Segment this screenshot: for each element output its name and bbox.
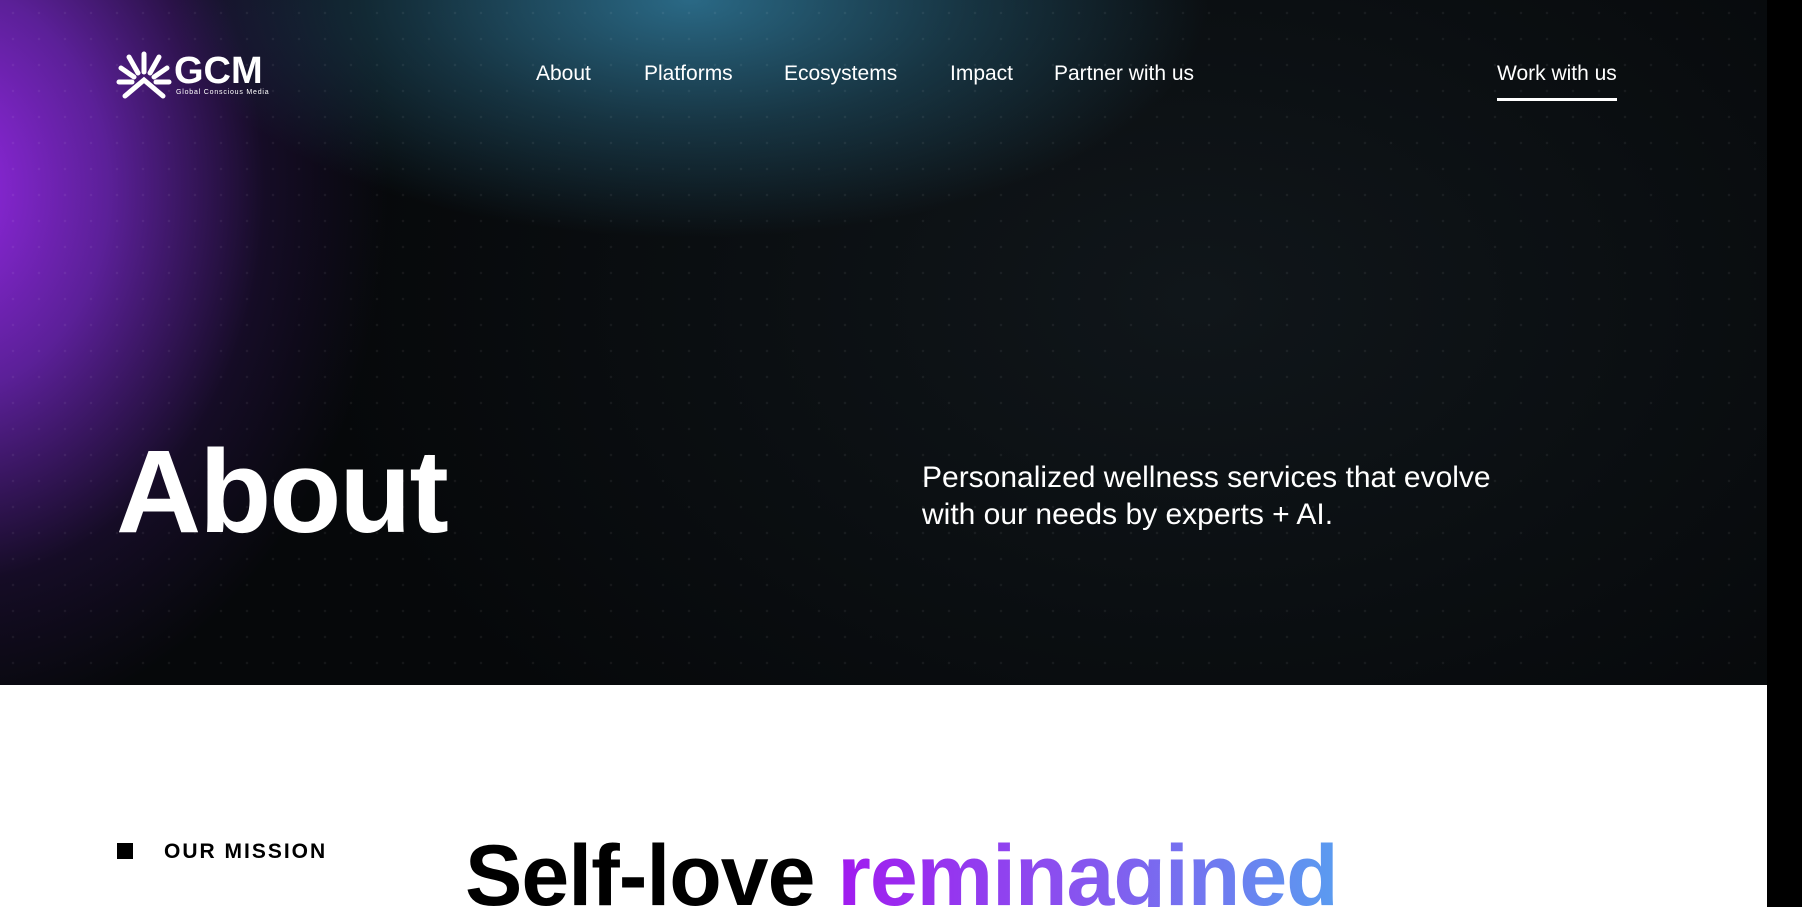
- work-with-us-button[interactable]: Work with us: [1497, 62, 1617, 101]
- nav-item-ecosystems[interactable]: Ecosystems: [784, 62, 897, 86]
- nav-item-about[interactable]: About: [536, 62, 591, 86]
- hero-subtitle: Personalized wellness services that evol…: [922, 461, 1491, 531]
- mission-bullet-square: [117, 843, 133, 859]
- mission-heading-accent: reminagined: [837, 828, 1338, 907]
- hero-section: GCM Global Conscious Media About Platfor…: [0, 0, 1767, 685]
- sunburst-logo-icon: [116, 51, 172, 99]
- page-title: About: [116, 426, 449, 558]
- nav-item-impact[interactable]: Impact: [950, 62, 1013, 86]
- nav-item-platforms[interactable]: Platforms: [644, 62, 733, 86]
- logo-tagline: Global Conscious Media: [176, 89, 270, 96]
- page-viewport: GCM Global Conscious Media About Platfor…: [0, 0, 1767, 907]
- logo-wordmark: GCM: [174, 50, 263, 92]
- gcm-logo[interactable]: GCM Global Conscious Media: [116, 50, 276, 100]
- mission-heading-plain: Self-love: [465, 828, 815, 907]
- mission-label: OUR MISSION: [164, 840, 328, 863]
- page-scrollbar[interactable]: [1767, 0, 1802, 907]
- nav-item-partner[interactable]: Partner with us: [1054, 62, 1194, 86]
- mission-heading: Self-love reminagined: [465, 826, 1339, 907]
